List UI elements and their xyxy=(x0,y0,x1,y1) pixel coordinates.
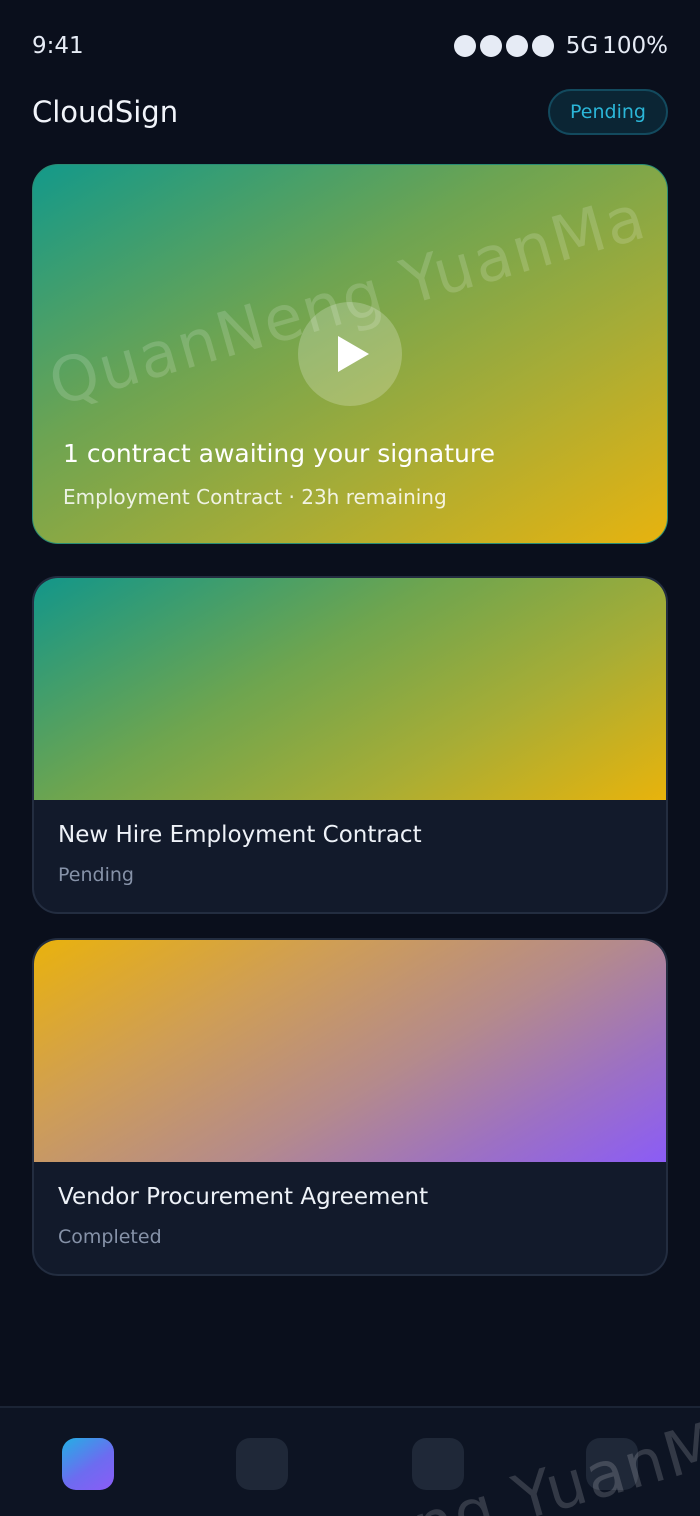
contract-title: Vendor Procurement Agreement xyxy=(58,1184,429,1210)
nav-tab-2-icon[interactable] xyxy=(236,1438,288,1490)
signal-dot-icon xyxy=(479,35,502,57)
battery-level: 100% xyxy=(602,33,668,59)
bottom-nav: Neng YuanMa xyxy=(0,1406,700,1516)
contract-thumbnail xyxy=(34,578,666,800)
nav-tab-3-icon[interactable] xyxy=(412,1438,464,1490)
contract-thumbnail xyxy=(34,940,666,1162)
network-type: 5G xyxy=(565,33,599,59)
app-title: CloudSign xyxy=(32,95,179,129)
play-button[interactable] xyxy=(298,302,402,406)
hero-card[interactable]: QuanNeng YuanMa · in 1 contract awaiting… xyxy=(32,164,668,544)
contract-status: Completed xyxy=(58,1226,162,1248)
contract-card[interactable]: Vendor Procurement Agreement Completed xyxy=(32,938,668,1276)
signal-dot-icon xyxy=(531,35,554,57)
nav-tab-4-icon[interactable] xyxy=(586,1438,638,1490)
nav-home-icon[interactable] xyxy=(62,1438,114,1490)
header: CloudSign Pending xyxy=(32,88,668,136)
contract-status: Pending xyxy=(58,864,134,886)
watermark: Neng YuanMa xyxy=(320,1408,700,1516)
status-indicators: 5G 100% xyxy=(453,33,668,59)
screen: 9:41 5G 100% CloudSign Pending QuanNeng … xyxy=(0,0,700,1516)
contract-card[interactable]: New Hire Employment Contract Pending xyxy=(32,576,668,914)
hero-subtitle: Employment Contract · 23h remaining xyxy=(63,485,447,509)
status-filter-pill[interactable]: Pending xyxy=(548,89,668,135)
status-bar: 9:41 5G 100% xyxy=(32,30,668,62)
hero-title: 1 contract awaiting your signature xyxy=(63,439,495,468)
contract-title: New Hire Employment Contract xyxy=(58,822,422,848)
status-time: 9:41 xyxy=(32,33,84,59)
play-icon xyxy=(338,336,369,372)
signal-dot-icon xyxy=(453,35,476,57)
signal-dot-icon xyxy=(505,35,528,57)
